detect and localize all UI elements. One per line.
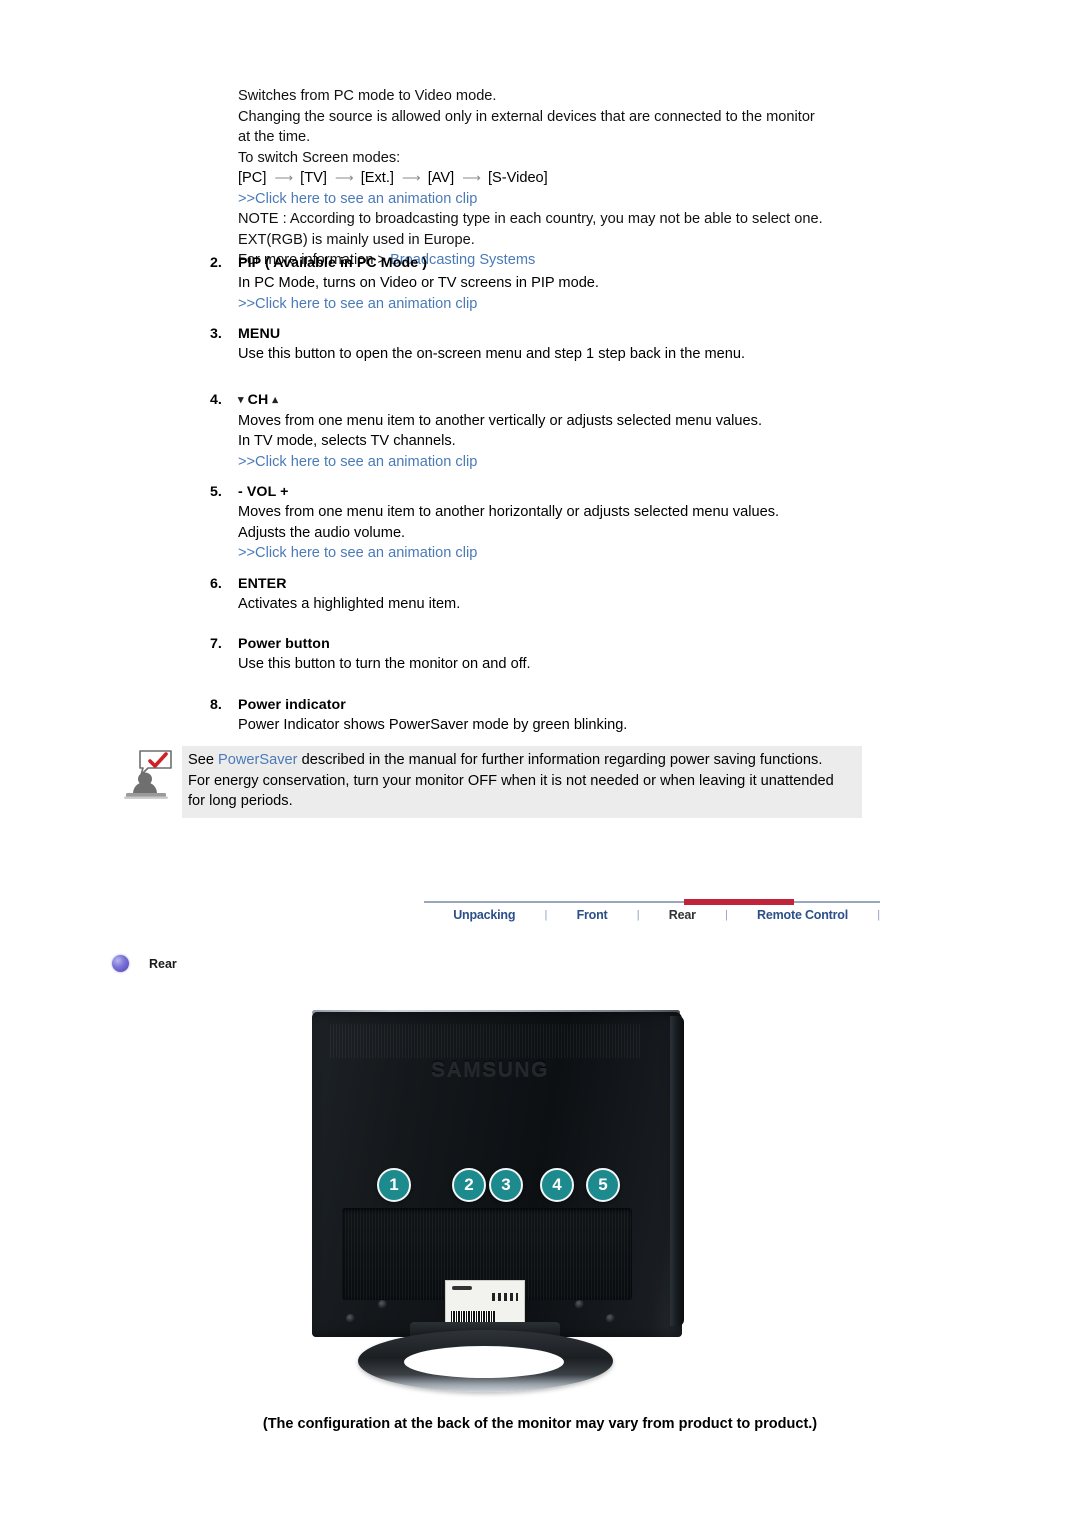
mode-av: [AV] xyxy=(427,170,455,186)
chevron-down-icon: ▾ xyxy=(238,393,244,406)
item-title: Power button xyxy=(238,636,330,652)
monitor-stand-base-opening xyxy=(404,1346,564,1378)
arrow-right-icon: ⟶ xyxy=(402,170,421,185)
note-line-2: For energy conservation, turn your monit… xyxy=(188,772,834,789)
arrow-right-icon: ⟶ xyxy=(334,170,354,185)
section-tab-nav: Unpacking | Front | Rear | Remote Contro… xyxy=(424,898,880,932)
tab-front[interactable]: Front xyxy=(577,908,608,922)
tab-row: Unpacking | Front | Rear | Remote Contro… xyxy=(424,908,880,922)
note-line-3: for long periods. xyxy=(188,793,293,809)
mode-pc: [PC] xyxy=(238,170,267,186)
screw-icon xyxy=(575,1300,584,1309)
item-description: Power Indicator shows PowerSaver mode by… xyxy=(238,716,628,733)
feature-list: 2. PIP ( Available in PC Mode ) In PC Mo… xyxy=(210,253,870,796)
arrow-right-icon: ⟶ xyxy=(462,170,481,185)
tab-separator: | xyxy=(544,909,548,921)
note-line-1-prefix: See xyxy=(188,752,219,768)
monitor-rear-photo: SAMSUNG 1 2 3 4 5 xyxy=(300,1000,710,1400)
callout-3[interactable]: 3 xyxy=(489,1168,523,1202)
powersaver-link[interactable]: PowerSaver xyxy=(218,752,298,768)
callout-5[interactable]: 5 xyxy=(586,1168,620,1202)
item-description: Use this button to open the on-screen me… xyxy=(238,346,746,362)
item-title: MENU xyxy=(238,326,281,342)
section-heading: Rear xyxy=(112,955,177,972)
item-title-text: CH xyxy=(247,391,269,408)
tab-separator: | xyxy=(636,909,640,921)
list-item-ch: 4. ▾ CH ▴ Moves from one menu item to an… xyxy=(210,390,870,473)
arrow-right-icon: ⟶ xyxy=(274,170,293,185)
tab-remote-control[interactable]: Remote Control xyxy=(757,908,848,922)
intro-line-3: at the time. xyxy=(238,129,311,145)
mode-tv: [TV] xyxy=(300,170,327,186)
callout-4[interactable]: 4 xyxy=(540,1168,574,1202)
note-line-1: See PowerSaver described in the manual f… xyxy=(188,750,856,771)
intro-text-block: Switches from PC mode to Video mode. Cha… xyxy=(238,86,858,271)
list-item-pip: 2. PIP ( Available in PC Mode ) In PC Mo… xyxy=(210,253,870,314)
intro-note-line-1: NOTE : According to broadcasting type in… xyxy=(238,211,823,227)
item-title: Power indicator xyxy=(238,696,346,713)
samsung-logo: SAMSUNG xyxy=(431,1058,549,1081)
powersaver-note: See PowerSaver described in the manual f… xyxy=(122,746,862,818)
item-title: ▾ CH ▴ xyxy=(238,390,870,411)
item-number: 8. xyxy=(210,696,222,713)
note-line-1-suffix: described in the manual for further info… xyxy=(297,752,823,768)
item-number: 2. xyxy=(210,255,222,271)
item-description-line-2: Adjusts the audio volume. xyxy=(238,524,406,541)
product-label-sticker xyxy=(445,1280,525,1327)
screw-icon xyxy=(606,1314,615,1323)
list-item-power-indicator: 8. Power indicator Power Indicator shows… xyxy=(210,695,870,736)
screen-modes-sequence: [PC] ⟶ [TV] ⟶ [Ext.] ⟶ [AV] ⟶ [S-Video] xyxy=(238,168,858,189)
item-number: 5. xyxy=(210,484,222,500)
note-text-box: See PowerSaver described in the manual f… xyxy=(182,746,862,818)
intro-line-4: To switch Screen modes: xyxy=(238,149,401,166)
item-description-line-1: Moves from one menu item to another vert… xyxy=(238,412,762,429)
animation-clip-link-3[interactable]: >>Click here to see an animation clip xyxy=(238,452,870,473)
intro-line-1: Switches from PC mode to Video mode. xyxy=(238,88,497,104)
screw-icon xyxy=(378,1300,387,1309)
animation-clip-link-2[interactable]: >>Click here to see an animation clip xyxy=(238,294,870,315)
list-item-vol: 5. - VOL + Moves from one menu item to a… xyxy=(210,482,870,564)
tab-rear[interactable]: Rear xyxy=(669,908,696,922)
list-item-enter: 6. ENTER Activates a highlighted menu it… xyxy=(210,574,870,615)
item-description: In PC Mode, turns on Video or TV screens… xyxy=(238,275,599,291)
list-item-menu: 3. MENU Use this button to open the on-s… xyxy=(210,324,870,365)
callout-2[interactable]: 2 xyxy=(452,1168,486,1202)
intro-note-line-2: EXT(RGB) is mainly used in Europe. xyxy=(238,231,475,248)
sticker-barcode xyxy=(451,1311,495,1322)
tab-separator: | xyxy=(724,909,728,921)
monitor-top-vent xyxy=(330,1024,640,1058)
item-description: Activates a highlighted menu item. xyxy=(238,595,461,612)
item-number: 4. xyxy=(210,391,222,408)
tab-unpacking[interactable]: Unpacking xyxy=(453,908,515,922)
mode-svideo: [S-Video] xyxy=(487,170,548,186)
sticker-certification-marks xyxy=(492,1293,518,1301)
item-number: 7. xyxy=(210,636,222,652)
item-title: ENTER xyxy=(238,575,287,592)
item-description-line-2: In TV mode, selects TV channels. xyxy=(238,433,456,449)
mode-ext: [Ext.] xyxy=(360,170,394,186)
tab-active-indicator xyxy=(684,899,794,905)
chevron-up-icon: ▴ xyxy=(272,393,279,406)
tab-separator: | xyxy=(877,909,881,921)
item-number: 3. xyxy=(210,326,222,342)
monitor-right-edge xyxy=(670,1016,684,1326)
item-title: - VOL + xyxy=(238,484,289,500)
screw-icon xyxy=(346,1314,355,1323)
intro-line-2: Changing the source is allowed only in e… xyxy=(238,108,815,125)
item-number: 6. xyxy=(210,575,222,592)
callout-1[interactable]: 1 xyxy=(377,1168,411,1202)
bullet-sphere-icon xyxy=(112,955,129,972)
animation-clip-link-4[interactable]: >>Click here to see an animation clip xyxy=(238,543,870,564)
item-description: Use this button to turn the monitor on a… xyxy=(238,656,531,672)
list-item-power-button: 7. Power button Use this button to turn … xyxy=(210,634,870,675)
animation-clip-link-1[interactable]: >>Click here to see an animation clip xyxy=(238,189,858,210)
note-person-check-icon xyxy=(122,748,174,800)
section-title: Rear xyxy=(149,956,177,971)
item-description-line-1: Moves from one menu item to another hori… xyxy=(238,504,780,520)
sticker-brand-mark xyxy=(452,1286,472,1290)
photo-caption: (The configuration at the back of the mo… xyxy=(262,1416,818,1432)
tab-rule xyxy=(424,901,880,903)
item-title: PIP ( Available in PC Mode ) xyxy=(238,255,428,271)
